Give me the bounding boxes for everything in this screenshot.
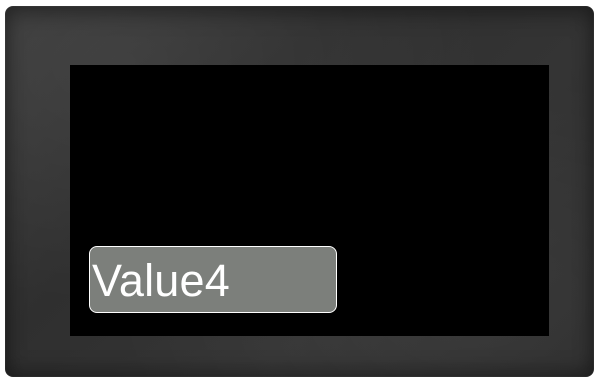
value-display-box: Value4 (89, 246, 337, 313)
value-label: Value4 (92, 255, 230, 306)
display-screen: Value4 (70, 65, 549, 336)
device-bezel: Value4 (5, 6, 594, 377)
